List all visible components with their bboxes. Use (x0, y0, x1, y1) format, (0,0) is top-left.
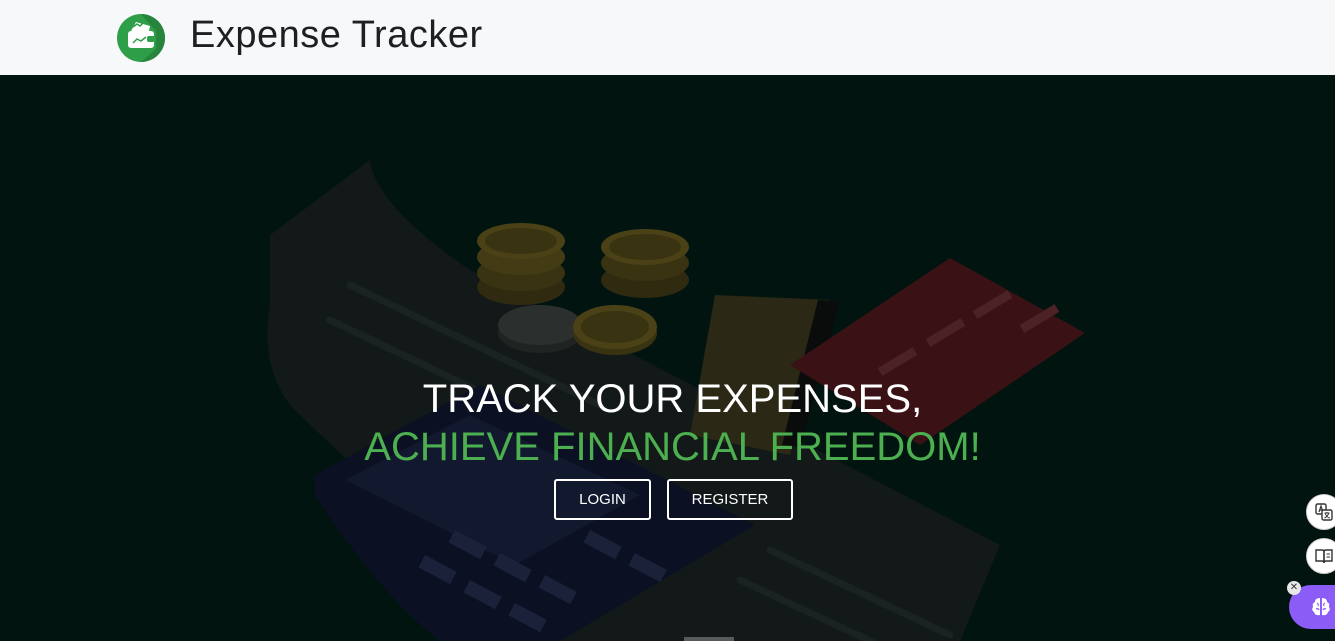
close-icon[interactable]: ✕ (1287, 581, 1301, 595)
brand-title[interactable]: Expense Tracker (190, 14, 483, 57)
scroll-indicator[interactable] (684, 637, 734, 641)
brain-icon (1312, 598, 1330, 616)
login-button[interactable]: LOGIN (554, 479, 651, 520)
translate-button[interactable] (1306, 494, 1335, 530)
hero-headline: TRACK YOUR EXPENSES, (422, 377, 923, 421)
translate-icon (1315, 503, 1333, 521)
register-button[interactable]: REGISTER (667, 479, 793, 520)
hero-background-illustration (267, 160, 1085, 641)
hero-subheadline: ACHIEVE FINANCIAL FREEDOM! (364, 425, 981, 469)
wallet-logo-icon[interactable] (116, 13, 166, 63)
navbar: Expense Tracker (0, 0, 1335, 75)
reader-mode-button[interactable] (1306, 538, 1335, 574)
hero-section: TRACK YOUR EXPENSES, ACHIEVE FINANCIAL F… (0, 75, 1335, 641)
book-icon (1315, 549, 1333, 564)
